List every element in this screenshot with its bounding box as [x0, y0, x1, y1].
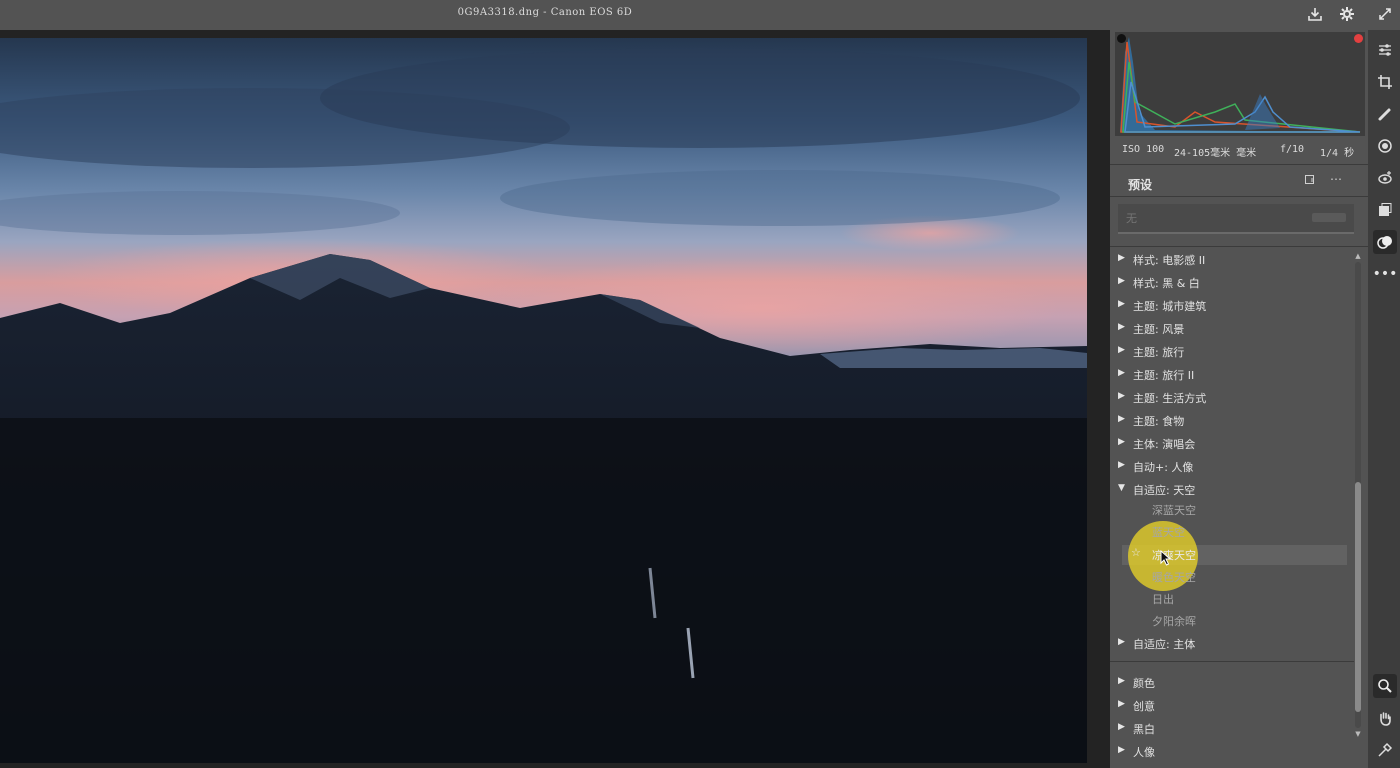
favorite-star-icon[interactable]: ☆ [1131, 546, 1141, 559]
presets-title: 预设 [1128, 178, 1153, 192]
collapse-triangle-icon: ▼ [1118, 483, 1125, 493]
scroll-up-icon[interactable]: ▲ [1353, 252, 1363, 260]
preset-item-hovered[interactable]: 凉爽天空 [1152, 547, 1196, 567]
preset-group[interactable]: ▶ 自动+: 人像 [1118, 457, 1348, 477]
preset-item[interactable]: 蓝天空 [1152, 524, 1185, 544]
preset-group[interactable]: ▶ 颜色 [1118, 673, 1348, 693]
expand-triangle-icon: ▶ [1118, 699, 1125, 709]
expand-triangle-icon: ▶ [1118, 299, 1125, 309]
expand-triangle-icon: ▶ [1118, 460, 1125, 470]
exif-info: ISO 100 24-105毫米 毫米 f/10 1/4 秒 [1110, 140, 1368, 162]
expand-triangle-icon: ▶ [1118, 676, 1125, 686]
masking-icon[interactable] [1373, 134, 1397, 158]
expand-triangle-icon: ▶ [1118, 745, 1125, 755]
preset-group[interactable]: ▶ 主题: 食物 [1118, 411, 1348, 431]
preset-group[interactable]: ▶ 主题: 生活方式 [1118, 388, 1348, 408]
histogram [1115, 32, 1365, 136]
preset-item[interactable]: 深蓝天空 [1152, 502, 1196, 522]
hand-icon[interactable] [1373, 706, 1397, 730]
expand-triangle-icon: ▶ [1118, 368, 1125, 378]
divider [1110, 246, 1368, 247]
preset-group-expanded[interactable]: ▼ 自适应: 天空 [1118, 480, 1348, 500]
expand-triangle-icon: ▶ [1118, 637, 1125, 647]
crop-icon[interactable] [1373, 70, 1397, 94]
preset-group[interactable]: ▶ 主体: 演唱会 [1118, 434, 1348, 454]
preset-group[interactable]: ▶ 样式: 黑 & 白 [1118, 273, 1348, 293]
red-eye-icon[interactable] [1373, 166, 1397, 190]
expand-triangle-icon: ▶ [1118, 322, 1125, 332]
preset-group[interactable]: ▶ 主题: 城市建筑 [1118, 296, 1348, 316]
scroll-thumb[interactable] [1355, 482, 1361, 712]
snapshots-icon[interactable] [1373, 198, 1397, 222]
preset-group[interactable]: ▶ 自适应: 主体 [1118, 634, 1348, 654]
zoom-icon[interactable] [1373, 674, 1397, 698]
presets-icon[interactable] [1373, 230, 1397, 254]
divider [1110, 196, 1368, 197]
preset-group[interactable]: ▶ 黑白 [1118, 719, 1348, 739]
image-canvas[interactable] [0, 30, 1110, 768]
expand-triangle-icon: ▶ [1118, 414, 1125, 424]
window-title: 0G9A3318.dng - Canon EOS 6D [457, 7, 633, 18]
preset-group[interactable]: ▶ 创意 [1118, 696, 1348, 716]
preset-item[interactable]: 夕阳余晖 [1152, 613, 1196, 633]
aperture-value: f/10 [1280, 144, 1305, 155]
expand-triangle-icon: ▶ [1118, 722, 1125, 732]
preset-group[interactable]: ▶ 主题: 旅行 II [1118, 365, 1348, 385]
divider [1110, 164, 1368, 165]
edit-sliders-icon[interactable] [1373, 38, 1397, 62]
lens-value: 24-105毫米 毫米 [1174, 148, 1257, 159]
expand-icon[interactable] [1374, 3, 1396, 25]
mouse-pointer-icon [1160, 549, 1172, 570]
expand-triangle-icon: ▶ [1118, 345, 1125, 355]
search-amount [1312, 213, 1346, 222]
expand-triangle-icon: ▶ [1118, 391, 1125, 401]
gear-icon[interactable] [1336, 3, 1358, 25]
preset-item[interactable]: 暖色天空 [1152, 569, 1196, 589]
more-icon[interactable]: ••• [1373, 262, 1398, 286]
preset-group[interactable]: ▶ 主题: 风景 [1118, 319, 1348, 339]
expand-triangle-icon: ▶ [1118, 437, 1125, 447]
new-preset-icon[interactable] [1304, 174, 1316, 189]
preset-scrollbar[interactable]: ▲ ▼ [1353, 252, 1363, 738]
shutter-value: 1/4 秒 [1320, 148, 1355, 159]
preset-group[interactable]: ▶ 样式: 电影感 II [1118, 250, 1348, 270]
preset-group[interactable]: ▶ 主题: 旅行 [1118, 342, 1348, 362]
scroll-down-icon[interactable]: ▼ [1353, 730, 1363, 738]
sampler-icon[interactable] [1373, 738, 1397, 762]
highlight-clipping-icon[interactable] [1354, 34, 1363, 43]
photo-preview [0, 38, 1087, 763]
expand-triangle-icon: ▶ [1118, 253, 1125, 263]
save-icon[interactable] [1304, 3, 1326, 25]
preset-item[interactable]: 日出 [1152, 591, 1174, 611]
iso-value: ISO 100 [1122, 144, 1165, 155]
shadow-clipping-icon[interactable] [1117, 34, 1126, 43]
preset-search-input[interactable] [1124, 208, 1278, 228]
healing-brush-icon[interactable] [1373, 102, 1397, 126]
expand-triangle-icon: ▶ [1118, 276, 1125, 286]
preset-group[interactable]: ▶ 人像 [1118, 742, 1348, 762]
preset-search[interactable] [1118, 204, 1354, 234]
more-options-icon[interactable]: ⋯ [1330, 172, 1342, 186]
divider [1110, 661, 1354, 662]
